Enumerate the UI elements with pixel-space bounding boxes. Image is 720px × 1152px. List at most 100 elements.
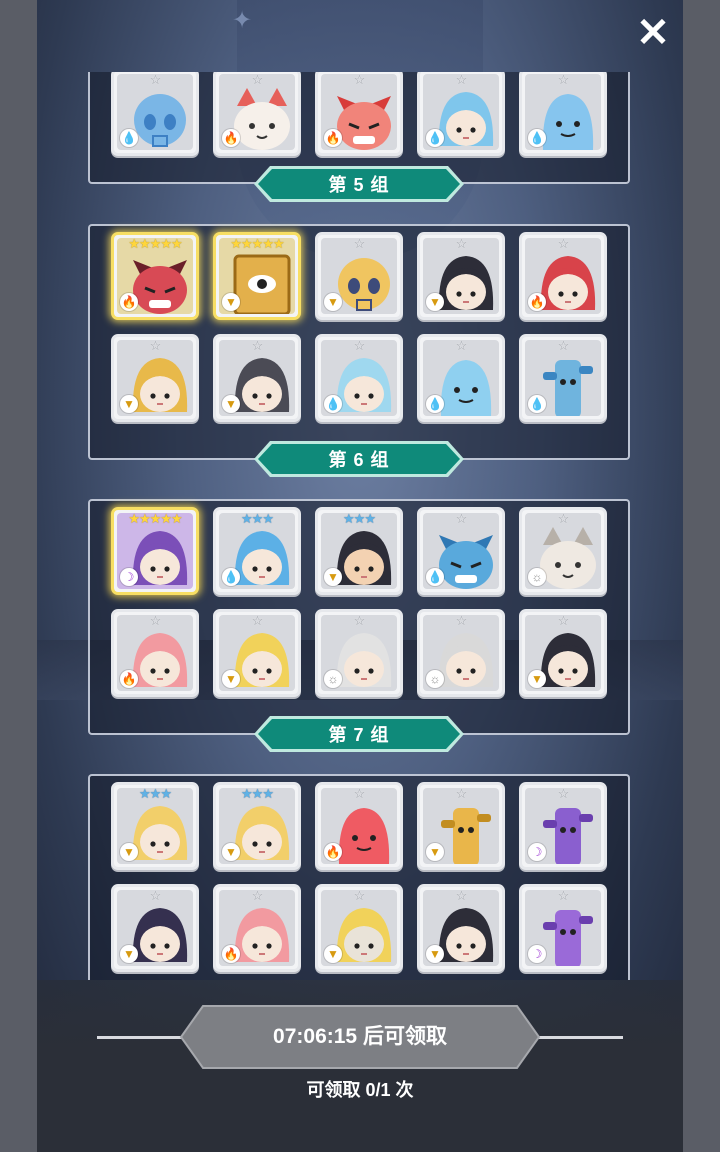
group-label: 第 7 组 bbox=[328, 725, 390, 745]
hero-card[interactable]: ★★★ ▼ bbox=[213, 782, 301, 870]
water-element-icon: 💧 bbox=[120, 129, 138, 147]
star-rating: ☆ bbox=[557, 888, 570, 903]
hero-card[interactable]: ☆ ☽ bbox=[519, 782, 607, 870]
earth-element-icon: ▼ bbox=[426, 843, 444, 861]
earth-element-icon: ▼ bbox=[324, 568, 342, 586]
earth-element-icon: ▼ bbox=[528, 670, 546, 688]
star-rating: ☆ bbox=[149, 338, 162, 353]
hero-card[interactable]: ☆ 🔥 bbox=[315, 782, 403, 870]
star-rating: ★★★ bbox=[343, 511, 376, 526]
hero-card[interactable]: ☆ 💧 bbox=[519, 334, 607, 422]
hero-card[interactable]: ★★★★★ 🔥 bbox=[111, 232, 199, 320]
hero-card[interactable]: ☆ 💧 bbox=[417, 72, 505, 156]
earth-element-icon: ▼ bbox=[324, 945, 342, 963]
hero-card[interactable]: ★★★★★ ☽ bbox=[111, 507, 199, 595]
fire-element-icon: 🔥 bbox=[528, 293, 546, 311]
water-element-icon: 💧 bbox=[426, 129, 444, 147]
close-button[interactable]: ✕ bbox=[632, 12, 674, 54]
hero-card[interactable]: ☆ 💧 bbox=[519, 72, 607, 156]
water-element-icon: 💧 bbox=[528, 395, 546, 413]
hero-group-list[interactable]: ☆ 💧 ☆ 🔥 ☆ 🔥 ☆ 💧 ☆ 💧 第 5 组 ★★★★★ 🔥 ★★★★★ ▼ ☆ ▼ ☆ ▼ ☆ 🔥 ☆ ▼ ☆ ▼ ☆ 💧 ☆… bbox=[37, 72, 683, 980]
star-rating: ☆ bbox=[557, 236, 570, 251]
star-rating: ☆ bbox=[455, 888, 468, 903]
hero-card[interactable]: ☆ 🔥 bbox=[519, 232, 607, 320]
star-rating: ☆ bbox=[353, 613, 366, 628]
divider-left bbox=[97, 1036, 187, 1039]
hero-card[interactable]: ☆ ▼ bbox=[315, 232, 403, 320]
star-rating: ☆ bbox=[251, 338, 264, 353]
hero-card[interactable]: ★★★ ▼ bbox=[315, 507, 403, 595]
hero-card[interactable]: ☆ ▼ bbox=[111, 334, 199, 422]
water-element-icon: 💧 bbox=[222, 568, 240, 586]
hero-card[interactable]: ☆ ▼ bbox=[213, 609, 301, 697]
star-rating: ☆ bbox=[557, 511, 570, 526]
hero-card[interactable]: ☆ ▼ bbox=[315, 884, 403, 972]
star-rating: ☆ bbox=[353, 888, 366, 903]
star-rating: ☆ bbox=[149, 888, 162, 903]
hero-card[interactable]: ☆ ☽ bbox=[519, 884, 607, 972]
claim-count-text: 可领取 0/1 次 bbox=[306, 1080, 414, 1100]
fire-element-icon: 🔥 bbox=[120, 670, 138, 688]
light-element-icon: ☼ bbox=[324, 670, 342, 688]
star-rating: ☆ bbox=[455, 511, 468, 526]
hero-card[interactable]: ☆ 🔥 bbox=[315, 72, 403, 156]
hero-card[interactable]: ☆ ☼ bbox=[315, 609, 403, 697]
star-rating: ☆ bbox=[557, 613, 570, 628]
group-7-banner: 第 7 组 bbox=[252, 714, 466, 754]
group-label: 第 6 组 bbox=[328, 450, 390, 470]
star-rating: ☆ bbox=[455, 338, 468, 353]
water-element-icon: 💧 bbox=[426, 568, 444, 586]
earth-element-icon: ▼ bbox=[222, 395, 240, 413]
earth-element-icon: ▼ bbox=[426, 293, 444, 311]
star-rating: ★★★★★ bbox=[128, 236, 182, 251]
star-rating: ★★★ bbox=[241, 786, 274, 801]
hero-card[interactable]: ☆ 🔥 bbox=[213, 884, 301, 972]
hero-card[interactable]: ☆ ☼ bbox=[417, 609, 505, 697]
hero-card[interactable]: ☆ 💧 bbox=[417, 507, 505, 595]
hero-card[interactable]: ☆ ☼ bbox=[519, 507, 607, 595]
star-rating: ☆ bbox=[251, 613, 264, 628]
hero-card[interactable]: ★★★ ▼ bbox=[111, 782, 199, 870]
hero-card[interactable]: ☆ ▼ bbox=[111, 884, 199, 972]
hero-card[interactable]: ★★★★★ ▼ bbox=[213, 232, 301, 320]
hero-card[interactable]: ☆ ▼ bbox=[519, 609, 607, 697]
earth-element-icon: ▼ bbox=[222, 670, 240, 688]
fire-element-icon: 🔥 bbox=[324, 129, 342, 147]
sparkle-icon: ✦ bbox=[232, 7, 253, 34]
light-element-icon: ☼ bbox=[426, 670, 444, 688]
hero-card[interactable]: ☆ 🔥 bbox=[213, 72, 301, 156]
star-rating: ☆ bbox=[353, 72, 366, 87]
claim-bar: 07:06:15 后可领取 bbox=[97, 1004, 623, 1070]
hero-card[interactable]: ☆ 💧 bbox=[111, 72, 199, 156]
hero-card[interactable]: ☆ ▼ bbox=[417, 232, 505, 320]
star-rating: ☆ bbox=[353, 338, 366, 353]
star-rating: ★★★★★ bbox=[230, 236, 284, 251]
fire-element-icon: 🔥 bbox=[222, 945, 240, 963]
earth-element-icon: ▼ bbox=[222, 293, 240, 311]
hero-card[interactable]: ☆ ▼ bbox=[417, 782, 505, 870]
star-rating: ★★★ bbox=[139, 786, 172, 801]
star-rating: ☆ bbox=[557, 786, 570, 801]
dark-element-icon: ☽ bbox=[120, 568, 138, 586]
hero-card[interactable]: ☆ 💧 bbox=[417, 334, 505, 422]
divider-right bbox=[533, 1036, 623, 1039]
earth-element-icon: ▼ bbox=[222, 843, 240, 861]
earth-element-icon: ▼ bbox=[120, 945, 138, 963]
hero-card[interactable]: ☆ 💧 bbox=[315, 334, 403, 422]
star-rating: ☆ bbox=[455, 786, 468, 801]
earth-element-icon: ▼ bbox=[120, 395, 138, 413]
water-element-icon: 💧 bbox=[426, 395, 444, 413]
hero-card[interactable]: ☆ ▼ bbox=[213, 334, 301, 422]
star-rating: ☆ bbox=[353, 786, 366, 801]
star-rating: ☆ bbox=[251, 888, 264, 903]
star-rating: ☆ bbox=[455, 613, 468, 628]
fire-element-icon: 🔥 bbox=[120, 293, 138, 311]
claim-button[interactable]: 07:06:15 后可领取 bbox=[179, 1004, 541, 1070]
star-rating: ☆ bbox=[251, 72, 264, 87]
hero-card[interactable]: ☆ ▼ bbox=[417, 884, 505, 972]
hero-card[interactable]: ★★★ 💧 bbox=[213, 507, 301, 595]
group-6-banner: 第 6 组 bbox=[252, 439, 466, 479]
star-rating: ★★★ bbox=[241, 511, 274, 526]
hero-card[interactable]: ☆ 🔥 bbox=[111, 609, 199, 697]
claim-timer-text: 07:06:15 后可领取 bbox=[273, 1025, 447, 1048]
